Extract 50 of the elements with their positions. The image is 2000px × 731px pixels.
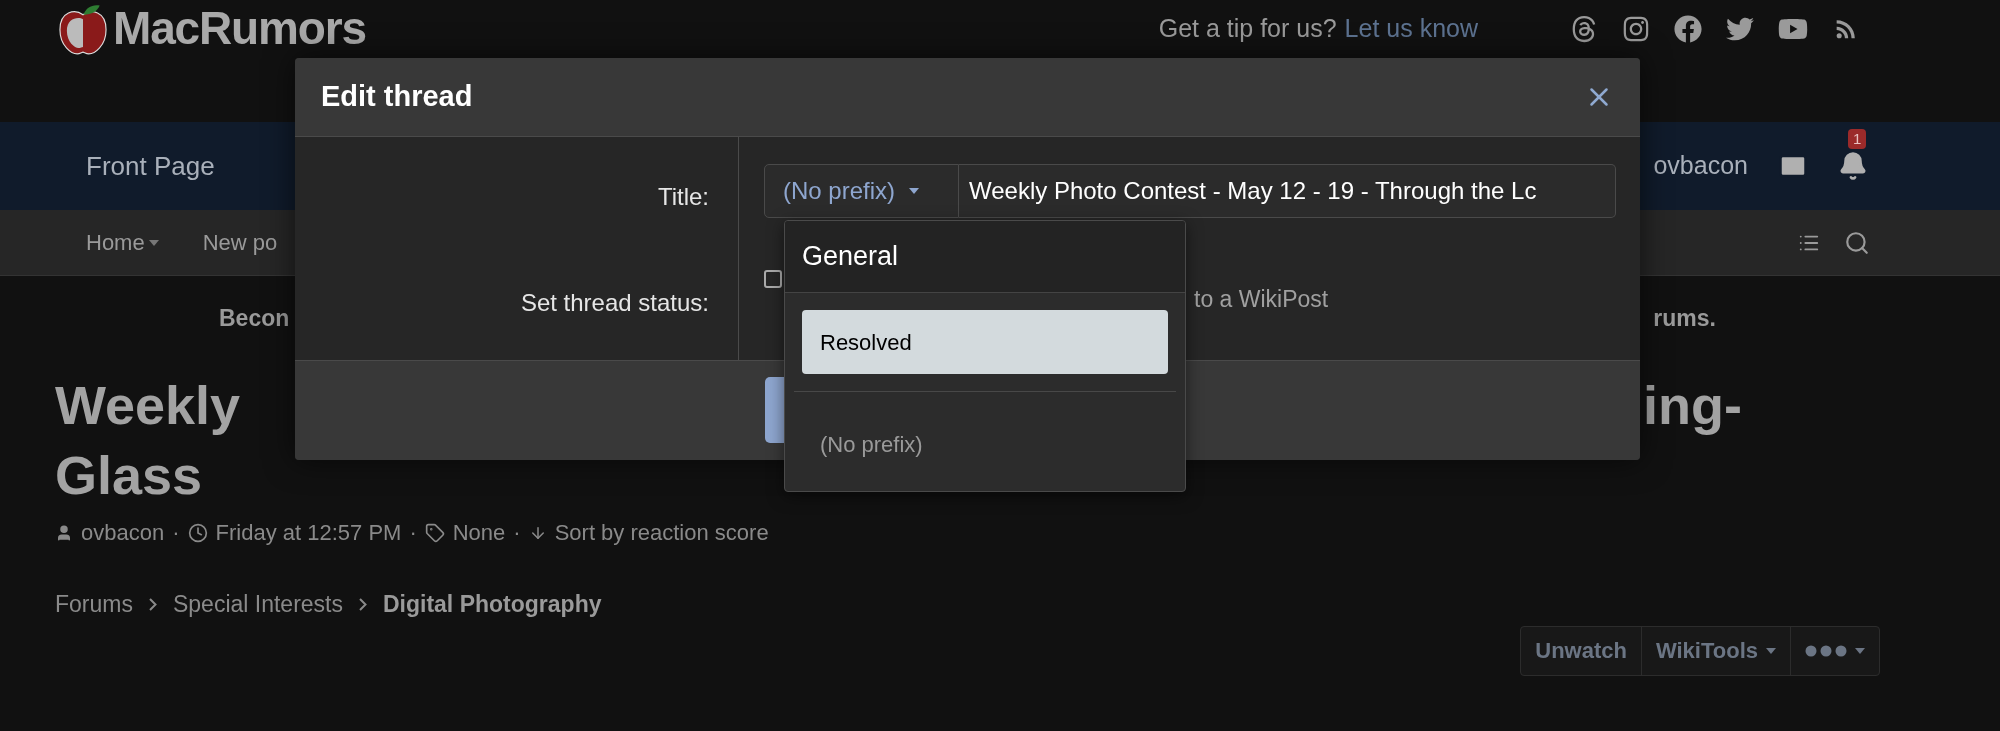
breadcrumb-link[interactable]: Special Interests [172,587,343,622]
tip-prompt: Get a tip for us? [1158,13,1337,44]
site-logo-text: MacRumors [113,2,366,54]
unwatch-button[interactable]: Unwatch [1521,626,1641,675]
prefix-option[interactable]: Resolved [802,310,1168,374]
prefix-dropdown[interactable]: (No prefix) [764,164,959,218]
subnav-link[interactable]: Home [86,226,159,259]
status-option-label: to a WikiPost [1194,285,1329,314]
notification-badge: 1 [1848,129,1867,149]
post-date: Friday at 12:57 PM [215,519,402,547]
thread-title: Weekly [55,373,241,437]
thread-title: ing- [1643,373,1742,437]
nav-link[interactable]: Front Page [86,146,215,186]
field-label: Title: [657,182,709,212]
chevron-right-icon [359,597,367,611]
tags-text: None [452,519,506,547]
sort-link[interactable]: Sort by reaction score [554,516,769,549]
facebook-icon[interactable] [1674,14,1702,43]
chevron-right-icon [148,597,157,611]
banner-text: Becon [219,303,290,333]
prefix-option[interactable]: (No prefix) [802,412,1168,476]
search-icon[interactable] [1844,229,1870,256]
caret-icon [909,188,920,194]
separator-dot: · [172,519,180,547]
apple-logo-icon [57,2,109,55]
dots-icon [1805,644,1847,657]
threads-icon[interactable] [1570,14,1598,43]
tip-link[interactable]: Let us know [1344,10,1478,48]
menu-group-heading: General [802,240,899,274]
username-link[interactable]: ovbacon [1653,147,1748,185]
banner-text: rums. [1653,303,1716,333]
tag-icon [424,522,445,543]
separator-dot: · [409,519,417,547]
caret-icon [1766,647,1776,654]
author-link[interactable]: ovbacon [81,516,165,549]
status-checkbox[interactable] [764,270,782,288]
separator-dot: · [513,519,521,547]
subnav-link[interactable]: New po [202,226,278,259]
title-input[interactable]: Weekly Photo Contest - May 12 - 19 - Through the Lc [959,164,1616,218]
thread-title: Glass [55,443,203,507]
field-label: Set thread status: [520,288,709,318]
breadcrumb-link[interactable]: Digital Photography [383,587,602,622]
instagram-icon[interactable] [1622,14,1650,43]
user-icon [55,523,73,542]
caret-icon [1855,647,1865,654]
breadcrumb-link[interactable]: Forums [55,587,133,622]
notification-bell-icon[interactable] [1838,151,1868,181]
dialog-title: Edit thread [321,79,473,115]
clock-icon [187,522,208,543]
menu-button[interactable]: WikiTools [1640,626,1790,675]
